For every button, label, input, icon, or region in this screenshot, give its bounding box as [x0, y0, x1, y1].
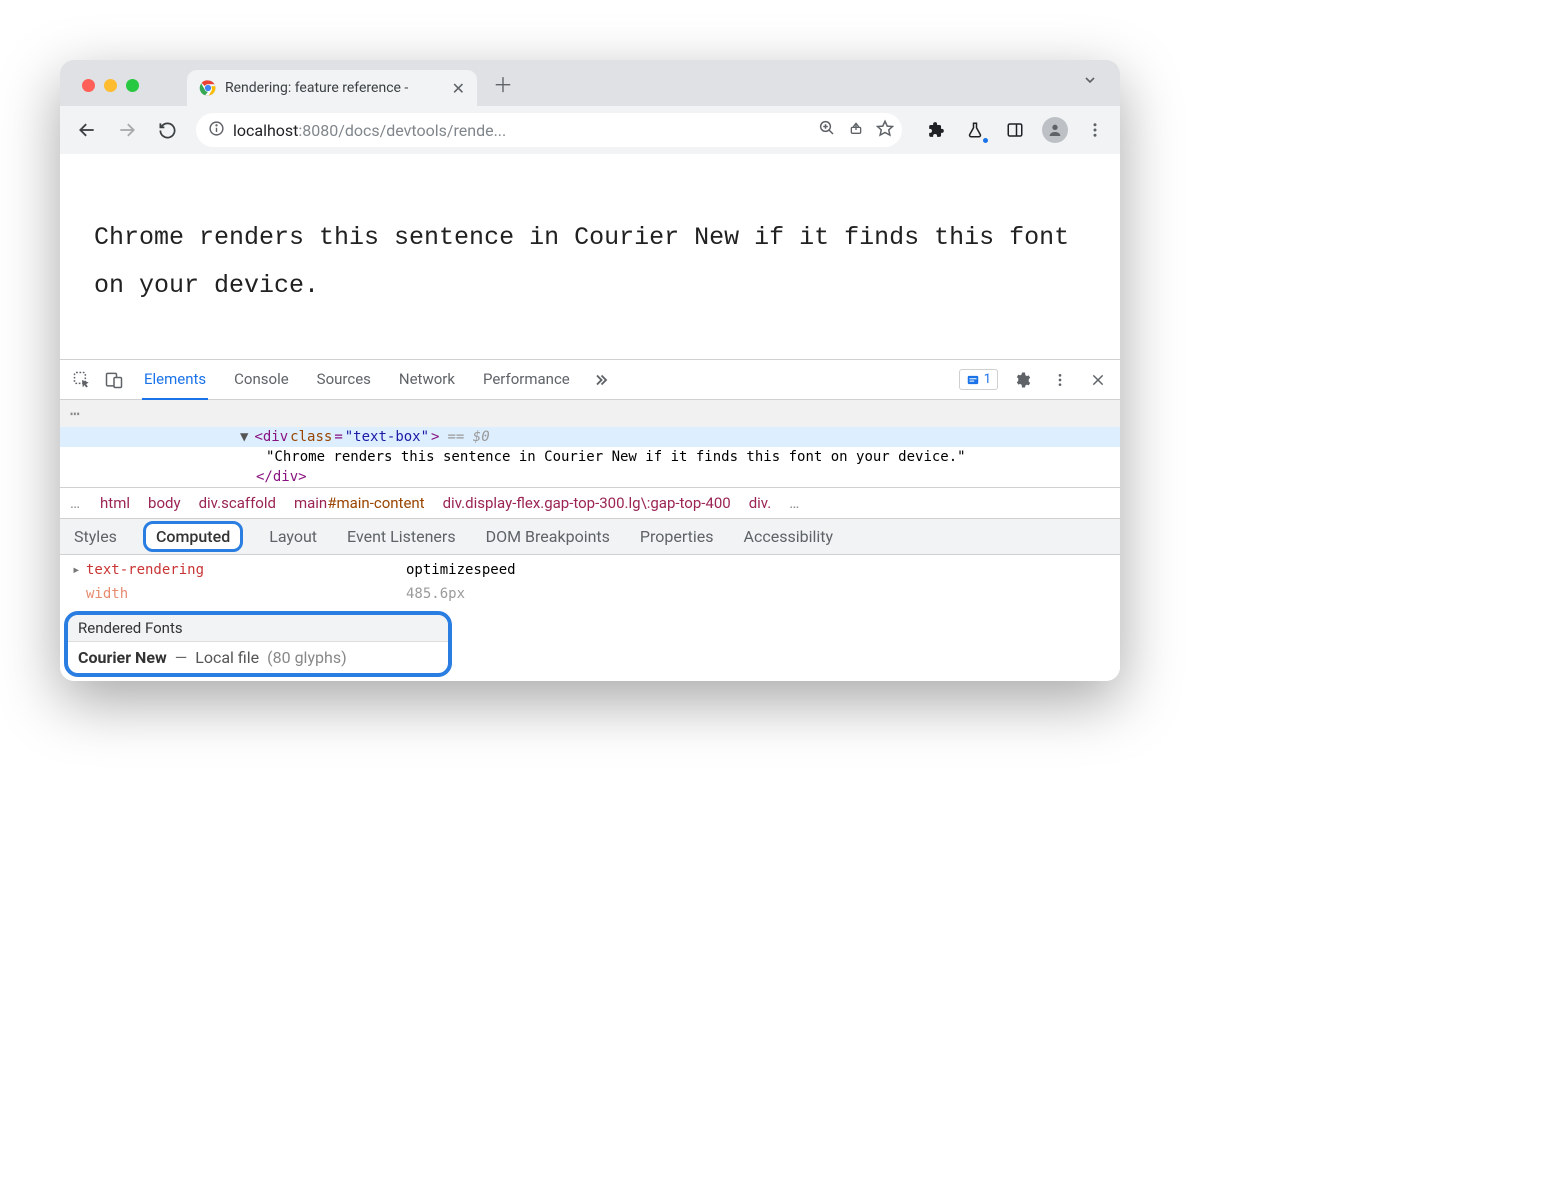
settings-gear-icon[interactable]: [1008, 366, 1036, 394]
more-tabs-icon[interactable]: [586, 366, 614, 394]
devtools-panel: Elements Console Sources Network Perform…: [60, 359, 1120, 681]
side-tab-layout[interactable]: Layout: [265, 521, 321, 552]
tab-console[interactable]: Console: [232, 360, 291, 400]
url-port: :8080: [298, 121, 338, 140]
address-bar[interactable]: localhost:8080/docs/devtools/rende...: [196, 113, 902, 147]
issues-count: 1: [984, 372, 991, 387]
dom-breadcrumb: … html body div.scaffold main#main-conte…: [60, 487, 1120, 519]
dom-selection-hint: == $0: [447, 429, 489, 445]
zoom-icon[interactable]: [818, 119, 836, 141]
computed-row[interactable]: width 485.6px: [60, 583, 1120, 607]
breadcrumb-item[interactable]: main#main-content: [294, 494, 425, 512]
computed-property-value: optimizespeed: [406, 559, 516, 583]
breadcrumb-item[interactable]: div.display-flex.gap-top-300.lg\:gap-top…: [443, 494, 731, 512]
minimize-window-button[interactable]: [104, 79, 117, 92]
dom-text-node[interactable]: "Chrome renders this sentence in Courier…: [60, 447, 1120, 467]
side-tab-properties[interactable]: Properties: [636, 521, 718, 552]
rendered-font-glyphs: (80 glyphs): [267, 648, 347, 667]
tab-title: Rendering: feature reference -: [225, 80, 444, 96]
extensions-icon[interactable]: [920, 115, 950, 145]
styles-panel-tabs: Styles Computed Layout Event Listeners D…: [60, 519, 1120, 555]
maximize-window-button[interactable]: [126, 79, 139, 92]
breadcrumb-item[interactable]: html: [100, 494, 130, 512]
rendered-fonts-header: Rendered Fonts: [68, 615, 448, 642]
breadcrumb-item[interactable]: div.: [749, 494, 772, 512]
rendered-font-source: Local file: [195, 648, 259, 667]
extension-icons: [920, 115, 1110, 145]
collapsed-ancestors[interactable]: ⋯: [60, 400, 1120, 427]
breadcrumb-leading-ellipsis[interactable]: …: [70, 494, 82, 512]
reload-button[interactable]: [150, 113, 184, 147]
dom-open-tag: <div: [254, 429, 288, 445]
computed-row[interactable]: ▸ text-rendering optimizespeed: [60, 559, 1120, 583]
profile-button[interactable]: [1040, 115, 1070, 145]
close-tab-button[interactable]: ✕: [452, 79, 465, 98]
side-tab-styles[interactable]: Styles: [70, 521, 121, 552]
tab-strip: Rendering: feature reference - ✕ ＋: [60, 60, 1120, 106]
url-host: localhost: [233, 121, 298, 140]
chrome-favicon-icon: [199, 79, 217, 97]
bookmark-star-icon[interactable]: [876, 119, 894, 141]
computed-property-name: text-rendering: [86, 559, 406, 583]
computed-panel: ▸ text-rendering optimizespeed width 485…: [60, 555, 1120, 681]
new-tab-button[interactable]: ＋: [489, 69, 517, 97]
window-controls: [82, 79, 139, 92]
chrome-menu-button[interactable]: [1080, 115, 1110, 145]
dom-close-tag: </div>: [256, 469, 307, 485]
tab-sources[interactable]: Sources: [315, 360, 373, 400]
dom-attr-name: class: [290, 429, 332, 445]
rendered-fonts-row: Courier New — Local file (80 glyphs): [68, 642, 448, 673]
side-tab-event-listeners[interactable]: Event Listeners: [343, 521, 460, 552]
page-viewport: Chrome renders this sentence in Courier …: [60, 154, 1120, 359]
issues-badge[interactable]: 1: [959, 369, 998, 390]
page-info-icon[interactable]: [208, 120, 225, 141]
inspect-element-icon[interactable]: [68, 366, 96, 394]
side-tab-computed[interactable]: Computed: [143, 521, 243, 552]
close-devtools-icon[interactable]: [1084, 366, 1112, 394]
url-path: /docs/devtools/rende...: [338, 121, 506, 140]
url-text: localhost:8080/docs/devtools/rende...: [233, 121, 810, 140]
breadcrumb-item[interactable]: body: [148, 494, 181, 512]
devtools-tabs: Elements Console Sources Network Perform…: [142, 360, 572, 400]
expand-triangle-icon[interactable]: ▼: [240, 429, 248, 445]
devtools-menu-icon[interactable]: [1046, 366, 1074, 394]
share-icon[interactable]: [848, 120, 864, 140]
expand-triangle-icon[interactable]: ▸: [72, 559, 86, 583]
tab-elements[interactable]: Elements: [142, 360, 208, 400]
computed-property-value: 485.6px: [406, 583, 465, 607]
forward-button[interactable]: [110, 113, 144, 147]
page-body-text: Chrome renders this sentence in Courier …: [94, 214, 1090, 309]
computed-property-name: width: [86, 583, 406, 607]
dom-tree[interactable]: ⋯ ▼ <div class="text-box"> == $0 "Chrome…: [60, 400, 1120, 487]
dom-tag-end: >: [431, 429, 439, 445]
dom-attr-value: "text-box": [345, 429, 429, 445]
devtools-header: Elements Console Sources Network Perform…: [60, 360, 1120, 400]
tabs-dropdown-button[interactable]: [1076, 66, 1104, 94]
selected-element-row[interactable]: ▼ <div class="text-box"> == $0: [60, 427, 1120, 447]
rendered-font-name: Courier New: [78, 648, 167, 667]
dash-separator: —: [175, 648, 188, 667]
browser-tab[interactable]: Rendering: feature reference - ✕: [187, 70, 477, 106]
side-tab-accessibility[interactable]: Accessibility: [740, 521, 838, 552]
close-window-button[interactable]: [82, 79, 95, 92]
rendered-fonts-section: Rendered Fonts Courier New — Local file …: [64, 611, 452, 677]
breadcrumb-item[interactable]: div.scaffold: [199, 494, 276, 512]
breadcrumb-trailing-ellipsis[interactable]: …: [789, 494, 801, 512]
side-tab-dom-breakpoints[interactable]: DOM Breakpoints: [482, 521, 614, 552]
back-button[interactable]: [70, 113, 104, 147]
labs-icon[interactable]: [960, 115, 990, 145]
tab-network[interactable]: Network: [397, 360, 457, 400]
browser-toolbar: localhost:8080/docs/devtools/rende...: [60, 106, 1120, 154]
tab-performance[interactable]: Performance: [481, 360, 572, 400]
device-toolbar-icon[interactable]: [100, 366, 128, 394]
side-panel-icon[interactable]: [1000, 115, 1030, 145]
browser-window: Rendering: feature reference - ✕ ＋ local…: [60, 60, 1120, 681]
